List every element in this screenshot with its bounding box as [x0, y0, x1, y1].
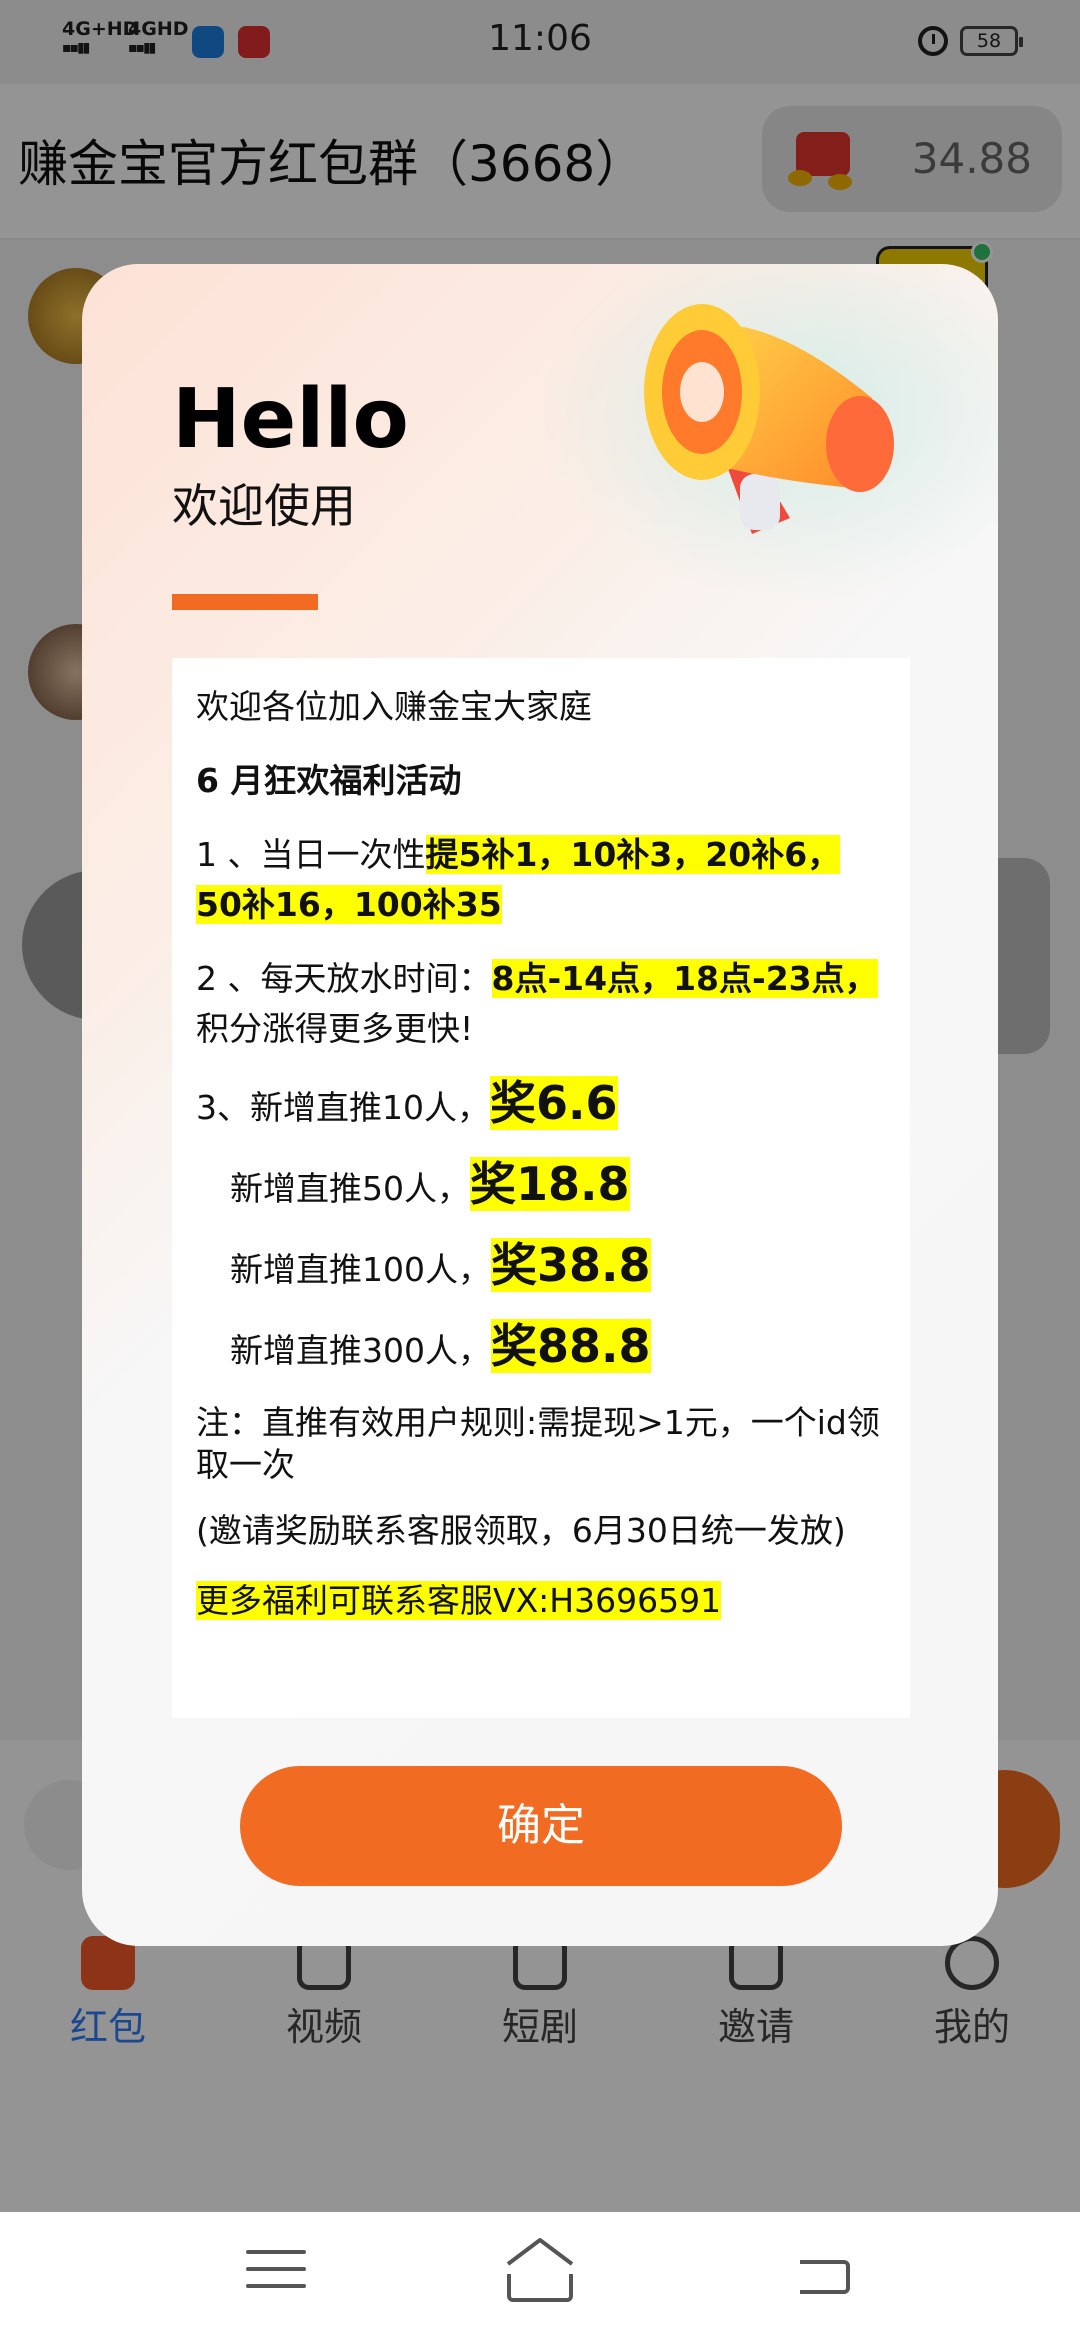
system-nav-bar: [0, 2212, 1080, 2340]
notice-panel: 欢迎各位加入赚金宝大家庭 6 月狂欢福利活动 1 、当日一次性提5补1，10补3…: [172, 658, 910, 1718]
welcome-modal: Hello 欢迎使用 欢迎各位加入赚金宝大家庭 6 月狂欢福利活动 1 、当日一…: [82, 264, 998, 1946]
notice-item-2-highlight: 8点-14点，18点-23点，: [491, 959, 878, 998]
reward-2-value: 奖18.8: [470, 1157, 630, 1211]
back-icon[interactable]: [800, 2260, 850, 2294]
notice-reward-1: 3、新增直推10人，奖6.6: [196, 1076, 886, 1133]
reward-4-value: 奖88.8: [491, 1319, 651, 1373]
menu-icon[interactable]: [246, 2250, 306, 2302]
notice-payout: (邀请奖励联系客服领取，6月30日统一发放): [196, 1511, 846, 1550]
notice-reward-3: 新增直推100人，奖38.8: [196, 1238, 886, 1295]
notice-reward-4: 新增直推300人，奖88.8: [196, 1319, 886, 1376]
reward-3-prefix: 新增直推100人，: [230, 1250, 491, 1289]
notice-item-1: 1 、当日一次性提5补1，10补3，20补6，50补16，100补35: [196, 830, 886, 930]
notice-item-2-prefix: 2 、每天放水时间：: [196, 959, 492, 998]
notice-contact: 更多福利可联系客服VX:H3696591: [196, 1576, 886, 1626]
megaphone-icon: [644, 304, 894, 534]
notice-reward-2: 新增直推50人，奖18.8: [196, 1157, 886, 1214]
reward-2-prefix: 新增直推50人，: [230, 1169, 470, 1208]
reward-1-value: 奖6.6: [490, 1076, 618, 1130]
confirm-button[interactable]: 确定: [240, 1766, 842, 1886]
notice-intro: 欢迎各位加入赚金宝大家庭: [196, 687, 592, 726]
accent-divider: [172, 594, 318, 610]
notice-item-2-suffix: 积分涨得更多更快!: [196, 1009, 474, 1048]
notice-item-2: 2 、每天放水时间：8点-14点，18点-23点， 积分涨得更多更快!: [196, 954, 886, 1054]
modal-hello: Hello: [172, 372, 409, 467]
notice-item-1-prefix: 1 、当日一次性: [196, 835, 426, 874]
reward-1-prefix: 3、新增直推10人，: [196, 1088, 490, 1127]
home-roof-icon: [506, 2238, 574, 2266]
notice-note: 注：直推有效用户规则:需提现>1元，一个id领取一次: [196, 1403, 880, 1484]
home-icon[interactable]: [507, 2274, 573, 2302]
notice-contact-text: 更多福利可联系客服VX:H3696591: [196, 1581, 722, 1620]
notice-event-title: 6 月狂欢福利活动: [196, 761, 462, 800]
modal-welcome: 欢迎使用: [172, 479, 356, 533]
reward-3-value: 奖38.8: [491, 1238, 651, 1292]
reward-4-prefix: 新增直推300人，: [230, 1331, 491, 1370]
